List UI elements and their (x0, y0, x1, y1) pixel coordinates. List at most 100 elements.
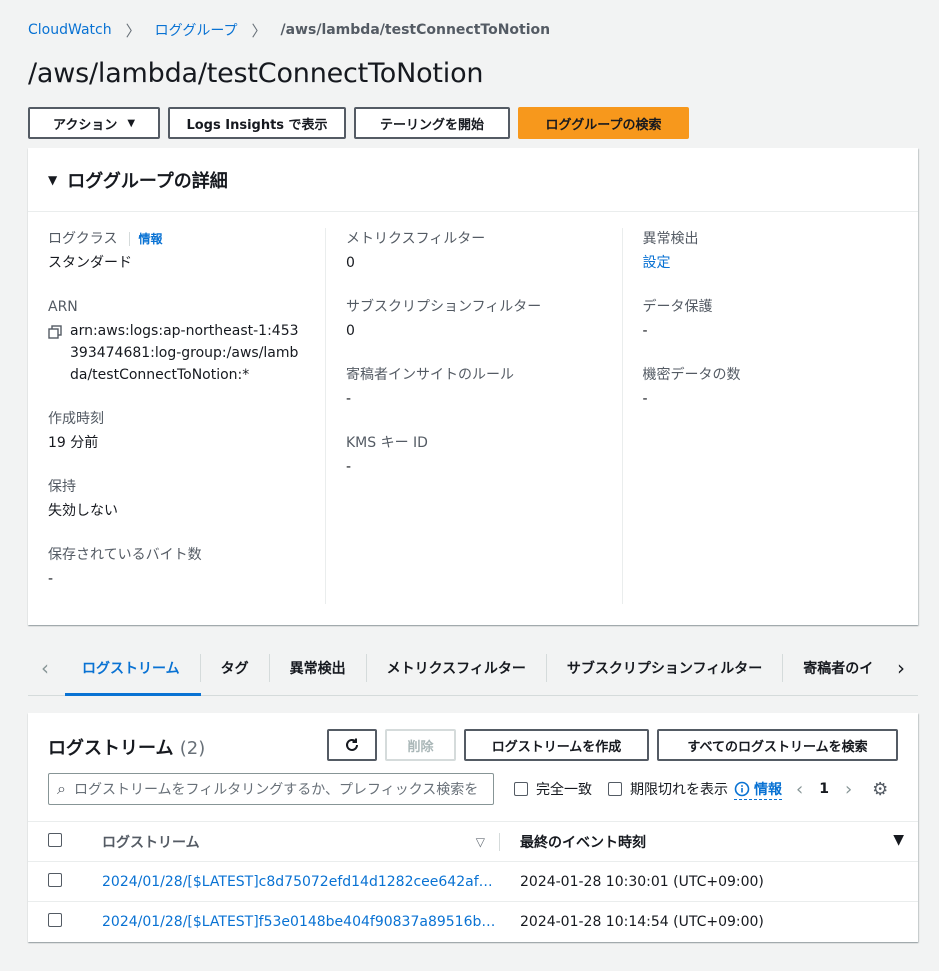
info-link[interactable]: 情報 (734, 779, 782, 800)
retention-field: 保持 失効しない (48, 476, 305, 522)
tab-contributor-insights[interactable]: 寄稿者のイ (782, 653, 884, 682)
logs-insights-button[interactable]: Logs Insights で表示 (168, 107, 346, 139)
search-icon: ⌕ (57, 779, 66, 798)
chevron-left-icon[interactable]: ‹ (28, 656, 62, 680)
search-log-group-button[interactable]: ロググループの検索 (518, 107, 689, 139)
page-number[interactable]: 1 (819, 781, 829, 797)
active-tab-indicator (65, 693, 201, 696)
arn-field: ARN arn:aws:logs:ap-northeast-1:45339347… (48, 296, 305, 386)
metric-filters-label: メトリクスフィルター (346, 231, 486, 247)
tab-subscription-filters[interactable]: サブスクリプションフィルター (545, 653, 782, 682)
caret-down-icon: ▼ (127, 117, 136, 129)
show-expired-checkbox[interactable] (608, 782, 622, 796)
contributor-insights-label: 寄稿者インサイトのルール (346, 367, 514, 383)
column-header-stream[interactable]: ログストリーム (102, 833, 200, 851)
actions-dropdown-button[interactable]: アクション ▼ (28, 107, 160, 139)
details-column-3: 異常検出 設定 データ保護 - 機密データの数 - (621, 228, 919, 604)
retention-value: 失効しない (48, 503, 118, 519)
kms-key-value: - (346, 459, 352, 475)
show-expired-option[interactable]: 期限切れを表示 (608, 779, 728, 799)
breadcrumb: CloudWatch 〉 ロググループ 〉 /aws/lambda/testCo… (28, 20, 550, 40)
refresh-icon (346, 738, 358, 751)
sensitive-data-field: 機密データの数 - (643, 364, 899, 410)
breadcrumb-log-groups[interactable]: ロググループ (155, 20, 238, 40)
anomaly-detection-field: 異常検出 設定 (643, 228, 899, 274)
details-column-2: メトリクスフィルター 0 サブスクリプションフィルター 0 寄稿者インサイトのル… (325, 228, 622, 604)
filter-row: ⌕ ログストリームをフィルタリングするか、プレフィックス検索を 完全一致 期限切… (48, 773, 898, 805)
details-title: ロググループの詳細 (67, 170, 228, 192)
tab-bar: ‹ ログストリーム タグ 異常検出 メトリクスフィルター サブスクリプションフィ… (28, 640, 918, 696)
details-header[interactable]: ▼ ロググループの詳細 (28, 148, 918, 212)
log-stream-link[interactable]: 2024/01/28/[$LATEST]f53e0148be404f90837a… (102, 914, 500, 930)
data-protection-field: データ保護 - (643, 296, 899, 342)
actions-label: アクション (52, 117, 118, 133)
chevron-right-icon: 〉 (125, 21, 141, 40)
create-log-stream-button[interactable]: ログストリームを作成 (464, 729, 649, 761)
exact-match-option[interactable]: 完全一致 (514, 779, 592, 799)
log-class-label: ログクラス (48, 231, 118, 247)
info-icon (734, 781, 750, 796)
subscription-filters-label: サブスクリプションフィルター (346, 299, 542, 315)
sort-icon[interactable]: ▽ (476, 835, 485, 849)
tab-tags[interactable]: タグ (199, 653, 269, 682)
select-all-checkbox[interactable] (48, 832, 62, 847)
table-row: 2024/01/28/[$LATEST]f53e0148be404f90837a… (28, 901, 918, 941)
tab-metric-filters[interactable]: メトリクスフィルター (365, 653, 546, 682)
info-link[interactable]: 情報 (129, 232, 162, 246)
start-tailing-button[interactable]: テーリングを開始 (354, 107, 510, 139)
last-event-time: 2024-01-28 10:30:01 (UTC+09:00) (520, 873, 764, 890)
row-checkbox[interactable] (48, 872, 62, 887)
contributor-insights-field: 寄稿者インサイトのルール - (346, 364, 602, 410)
kms-key-field: KMS キー ID - (346, 432, 602, 478)
pagination: ‹ 1 › (796, 779, 852, 800)
tab-anomaly-detection[interactable]: 異常検出 (268, 653, 366, 682)
subscription-filters-field: サブスクリプションフィルター 0 (346, 296, 602, 342)
table-header: ログストリーム ▽ 最終のイベント時刻 ▼ (28, 821, 918, 861)
caret-down-icon: ▼ (48, 172, 58, 187)
chevron-left-icon[interactable]: ‹ (796, 779, 803, 800)
created-label: 作成時刻 (48, 411, 104, 427)
chevron-right-icon[interactable]: › (845, 779, 852, 800)
sensitive-data-label: 機密データの数 (642, 367, 741, 383)
details-column-1: ログクラス 情報 スタンダード ARN arn:aws:logs:ap-nort… (28, 228, 325, 604)
anomaly-detection-label: 異常検出 (642, 231, 699, 247)
log-class-field: ログクラス 情報 スタンダード (48, 228, 305, 274)
log-streams-table: ログストリーム ▽ 最終のイベント時刻 ▼ 2024/01/28/[$LATES… (28, 821, 918, 941)
search-placeholder: ログストリームをフィルタリングするか、プレフィックス検索を (73, 782, 479, 798)
gear-icon[interactable]: ⚙ (872, 779, 888, 800)
row-checkbox[interactable] (48, 912, 62, 927)
column-header-last-event[interactable]: 最終のイベント時刻 (520, 832, 646, 852)
stored-bytes-label: 保存されているバイト数 (48, 547, 202, 563)
data-protection-value: - (642, 323, 648, 339)
stream-filter-input[interactable]: ⌕ ログストリームをフィルタリングするか、プレフィックス検索を (48, 773, 494, 805)
contributor-insights-value: - (346, 391, 352, 407)
copy-icon[interactable] (48, 320, 70, 386)
anomaly-configure-link[interactable]: 設定 (643, 252, 899, 274)
metric-filters-field: メトリクスフィルター 0 (346, 228, 602, 274)
sensitive-data-value: - (642, 391, 648, 407)
table-row: 2024/01/28/[$LATEST]c8d75072efd14d1282ce… (28, 861, 918, 901)
log-streams-panel: ログストリーム (2) 削除 ログストリームを作成 すべてのログストリームを検索… (28, 713, 918, 942)
log-streams-title: ログストリーム (2) (48, 738, 206, 759)
sort-descending-icon[interactable]: ▼ (893, 832, 904, 852)
chevron-right-icon[interactable]: › (884, 656, 918, 680)
refresh-button[interactable] (327, 729, 377, 761)
stored-bytes-field: 保存されているバイト数 - (48, 544, 305, 590)
log-streams-actions: 削除 ログストリームを作成 すべてのログストリームを検索 (327, 729, 898, 761)
exact-match-checkbox[interactable] (514, 782, 528, 796)
arn-value: arn:aws:logs:ap-northeast-1:453393474681… (70, 323, 299, 383)
stored-bytes-value: - (48, 571, 54, 587)
breadcrumb-cloudwatch[interactable]: CloudWatch (28, 22, 112, 38)
details-columns: ログクラス 情報 スタンダード ARN arn:aws:logs:ap-nort… (28, 228, 918, 604)
delete-button[interactable]: 削除 (385, 729, 456, 761)
toolbar: アクション ▼ Logs Insights で表示 テーリングを開始 ロググルー… (28, 107, 689, 139)
tab-log-streams[interactable]: ログストリーム (62, 654, 200, 682)
chevron-right-icon: 〉 (251, 21, 267, 40)
last-event-time: 2024-01-28 10:14:54 (UTC+09:00) (520, 913, 764, 930)
log-group-details-panel: ▼ ロググループの詳細 ログクラス 情報 スタンダード ARN arn:aws:… (28, 148, 918, 625)
search-all-streams-button[interactable]: すべてのログストリームを検索 (657, 729, 898, 761)
log-stream-link[interactable]: 2024/01/28/[$LATEST]c8d75072efd14d1282ce… (102, 874, 500, 890)
created-value: 19 分前 (48, 435, 99, 451)
log-class-value: スタンダード (48, 255, 132, 271)
breadcrumb-current: /aws/lambda/testConnectToNotion (280, 22, 551, 38)
